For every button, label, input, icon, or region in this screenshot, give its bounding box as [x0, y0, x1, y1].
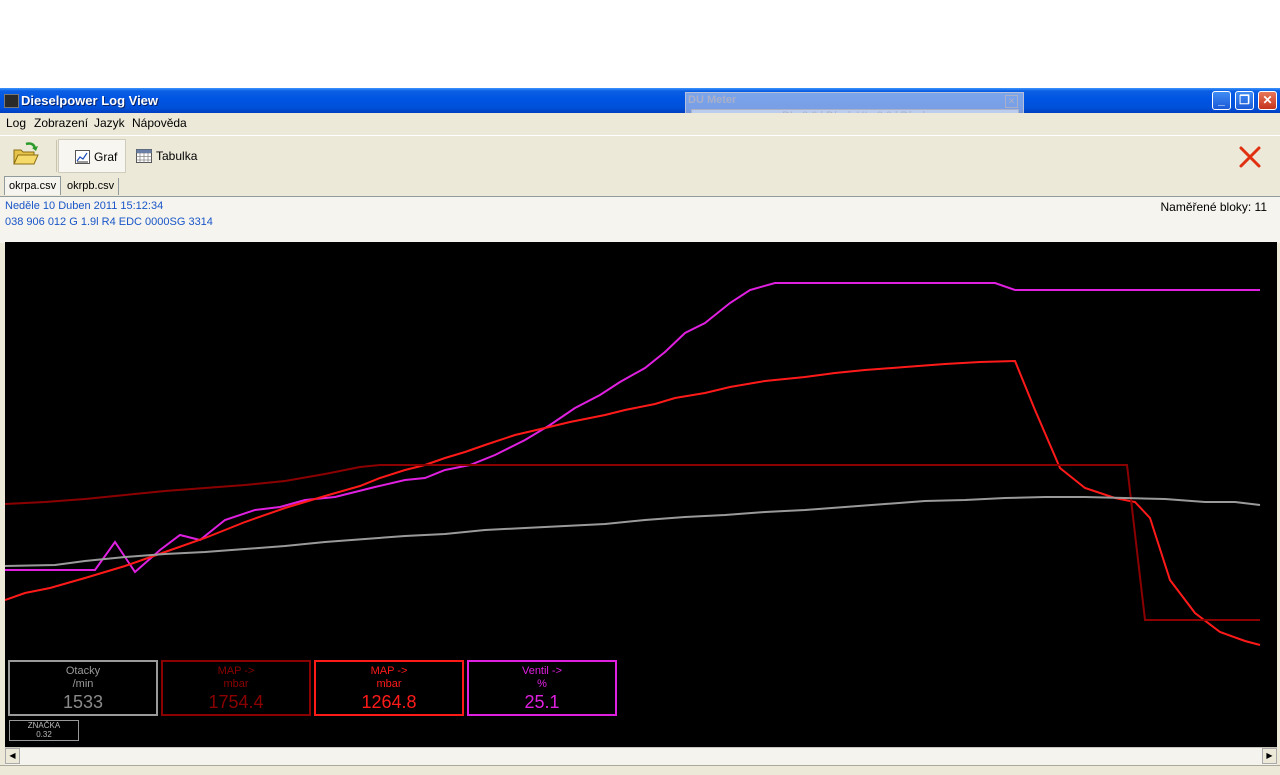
- log-datetime: Neděle 10 Duben 2011 15:12:34: [5, 200, 164, 212]
- gauge-ventil: Ventil -> % 25.1: [467, 660, 617, 716]
- marker-box[interactable]: ZNAČKA 0.32: [9, 720, 79, 741]
- gauge-value: 1754.4: [208, 692, 264, 712]
- scroll-left-icon[interactable]: ◀: [5, 748, 20, 764]
- series-line-0: [5, 282, 1260, 574]
- ecu-identification: 038 906 012 G 1.9l R4 EDC 0000SG 3314: [5, 216, 213, 228]
- app-icon: [4, 94, 19, 108]
- horizontal-scrollbar[interactable]: ◀ ▶: [5, 747, 1277, 765]
- menu-zobrazeni[interactable]: Zobrazení: [34, 116, 88, 130]
- close-x-icon: [1239, 146, 1261, 168]
- gauge-unit: %: [537, 678, 547, 690]
- restore-button[interactable]: ❐: [1235, 91, 1254, 110]
- measured-blocks: Naměřené bloky: 11: [1160, 200, 1268, 214]
- gauge-name: Otacky: [65, 665, 101, 677]
- minimize-button[interactable]: _: [1212, 91, 1231, 110]
- gauge-unit: mbar: [376, 678, 402, 690]
- gauge-value: 1264.8: [361, 692, 417, 712]
- graf-label: Graf: [94, 150, 118, 164]
- log-info-bar: Neděle 10 Duben 2011 15:12:34 038 906 01…: [0, 196, 1280, 243]
- table-icon: [136, 149, 152, 163]
- app-window: Dieselpower Log View DU Meter ✕ DL: 0,0 …: [0, 88, 1280, 775]
- marker-label: ZNAČKA: [27, 721, 61, 730]
- menu-log[interactable]: Log: [6, 116, 26, 130]
- file-tab-strip: okrpa.csv okrpb.csv: [0, 176, 1280, 196]
- title-bar[interactable]: Dieselpower Log View DU Meter ✕ DL: 0,0 …: [0, 88, 1280, 130]
- close-log-button[interactable]: [1237, 144, 1263, 170]
- menu-jazyk[interactable]: Jazyk: [94, 116, 125, 130]
- menu-napoveda[interactable]: Nápověda: [132, 116, 187, 130]
- graf-button[interactable]: Graf: [58, 139, 126, 173]
- gauge-otacky: Otacky /min 1533: [8, 660, 158, 716]
- gauge-unit: mbar: [223, 678, 249, 690]
- scroll-right-icon[interactable]: ▶: [1262, 748, 1277, 764]
- gauge-map-actual: MAP -> mbar 1264.8: [314, 660, 464, 716]
- menu-bar: Log Zobrazení Jazyk Nápověda: [0, 113, 1280, 133]
- close-window-button[interactable]: ✕: [1258, 91, 1277, 110]
- du-meter-close-icon[interactable]: ✕: [1005, 95, 1018, 108]
- tab-okrpb[interactable]: okrpb.csv: [63, 178, 120, 195]
- gauge-unit: /min: [72, 678, 94, 690]
- gauge-name: Ventil ->: [521, 665, 563, 677]
- gauge-value: 25.1: [524, 692, 560, 712]
- folder-open-icon: [13, 142, 39, 165]
- open-log-button[interactable]: [8, 140, 42, 170]
- tab-okrpa[interactable]: okrpa.csv: [4, 176, 62, 195]
- du-meter-title: DU Meter: [688, 94, 737, 106]
- tabulka-button[interactable]: Tabulka: [134, 139, 214, 173]
- gauge-name: MAP ->: [370, 665, 408, 677]
- series-line-3: [4, 496, 1261, 567]
- toolbar: Graf Tabulka: [0, 135, 1280, 176]
- gauge-map-requested: MAP -> mbar 1754.4: [161, 660, 311, 716]
- tabulka-label: Tabulka: [156, 149, 198, 163]
- toolbar-separator: [56, 140, 57, 172]
- marker-value: 0.32: [36, 730, 52, 739]
- series-line-1: [4, 359, 1261, 646]
- window-title: Dieselpower Log View: [21, 93, 159, 108]
- chart-icon: [75, 150, 90, 164]
- gauge-name: MAP ->: [217, 665, 255, 677]
- gauge-value: 1533: [62, 692, 104, 712]
